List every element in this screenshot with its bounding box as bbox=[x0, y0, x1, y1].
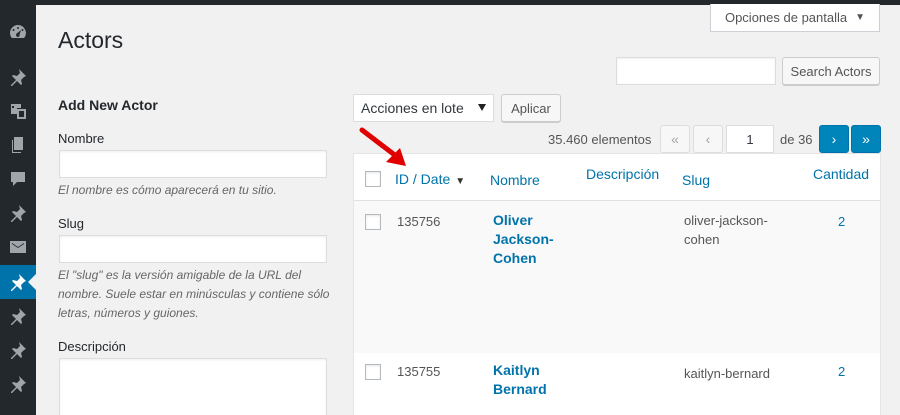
column-count[interactable]: Cantidad bbox=[813, 166, 869, 182]
current-page-input[interactable]: 1 bbox=[726, 125, 774, 153]
row-checkbox[interactable] bbox=[365, 364, 381, 380]
pin-icon[interactable] bbox=[0, 60, 36, 94]
actors-table: ID / Date ▼ Nombre Descripción Slug Canti… bbox=[353, 153, 881, 415]
table-header: ID / Date ▼ Nombre Descripción Slug Canti… bbox=[354, 154, 880, 201]
row-name-link[interactable]: Oliver Jackson-Cohen bbox=[493, 211, 563, 268]
column-id-date-label: ID / Date bbox=[395, 171, 451, 187]
pin-icon[interactable] bbox=[0, 299, 36, 333]
row-id: 135756 bbox=[397, 214, 441, 229]
screen-options-button[interactable]: Opciones de pantalla ▼ bbox=[710, 4, 880, 32]
media-icon[interactable] bbox=[0, 94, 36, 128]
row-checkbox[interactable] bbox=[365, 214, 381, 230]
apply-button[interactable]: Aplicar bbox=[501, 94, 561, 122]
column-id-date[interactable]: ID / Date ▼ bbox=[395, 171, 465, 187]
chevron-down-icon bbox=[478, 104, 486, 111]
caret-down-icon: ▼ bbox=[855, 12, 866, 23]
first-page-button: « bbox=[660, 125, 690, 153]
admin-sidebar bbox=[0, 0, 36, 415]
column-slug[interactable]: Slug bbox=[682, 172, 710, 188]
bulk-actions-select[interactable]: Acciones en lote bbox=[353, 94, 494, 122]
slug-input[interactable] bbox=[59, 235, 327, 263]
slug-label: Slug bbox=[58, 216, 85, 231]
mail-icon[interactable] bbox=[0, 230, 36, 264]
column-name[interactable]: Nombre bbox=[490, 172, 540, 188]
description-textarea[interactable] bbox=[59, 358, 327, 415]
prev-page-button: ‹ bbox=[693, 125, 723, 153]
annotation-arrow-icon bbox=[359, 127, 406, 166]
row-count-link[interactable]: 2 bbox=[838, 214, 845, 229]
pin-icon[interactable] bbox=[0, 196, 36, 230]
search-button[interactable]: Search Actors bbox=[782, 57, 880, 85]
sort-desc-icon: ▼ bbox=[455, 176, 466, 187]
name-label: Nombre bbox=[58, 131, 105, 146]
pin-icon[interactable] bbox=[0, 265, 36, 299]
bulk-actions-selected: Acciones en lote bbox=[361, 100, 464, 116]
table-row: 135756 Oliver Jackson-Cohen oliver-jacks… bbox=[354, 201, 880, 353]
dashboard-icon[interactable] bbox=[0, 15, 36, 49]
total-pages-label: de 36 bbox=[780, 132, 813, 147]
last-page-button[interactable]: » bbox=[851, 125, 881, 153]
slug-help-text: El "slug" es la versión amigable de la U… bbox=[58, 268, 330, 320]
row-id: 135755 bbox=[397, 364, 441, 379]
form-title: Add New Actor bbox=[58, 97, 158, 113]
items-count: 35.460 elementos bbox=[548, 132, 652, 147]
comments-icon[interactable] bbox=[0, 162, 36, 196]
row-count-link[interactable]: 2 bbox=[838, 364, 845, 379]
row-slug: oliver-jackson-cohen bbox=[684, 213, 768, 247]
row-slug: kaitlyn-bernard bbox=[684, 366, 770, 381]
name-help-text: El nombre es cómo aparecerá en tu sitio. bbox=[58, 183, 277, 197]
row-name-link[interactable]: Kaitlyn Bernard bbox=[493, 361, 563, 399]
page-title: Actors bbox=[58, 27, 124, 53]
search-input[interactable] bbox=[616, 57, 776, 85]
pin-icon[interactable] bbox=[0, 367, 36, 401]
table-row: 135755 Kaitlyn Bernard kaitlyn-bernard 2 bbox=[354, 353, 880, 415]
description-label: Descripción bbox=[58, 339, 126, 354]
select-all-checkbox[interactable] bbox=[365, 171, 381, 187]
name-input[interactable] bbox=[59, 150, 327, 178]
next-page-button[interactable]: › bbox=[819, 125, 849, 153]
screen-options-label: Opciones de pantalla bbox=[724, 10, 848, 25]
pin-icon[interactable] bbox=[0, 333, 36, 367]
column-description[interactable]: Descripción bbox=[586, 166, 659, 182]
pages-icon[interactable] bbox=[0, 128, 36, 162]
